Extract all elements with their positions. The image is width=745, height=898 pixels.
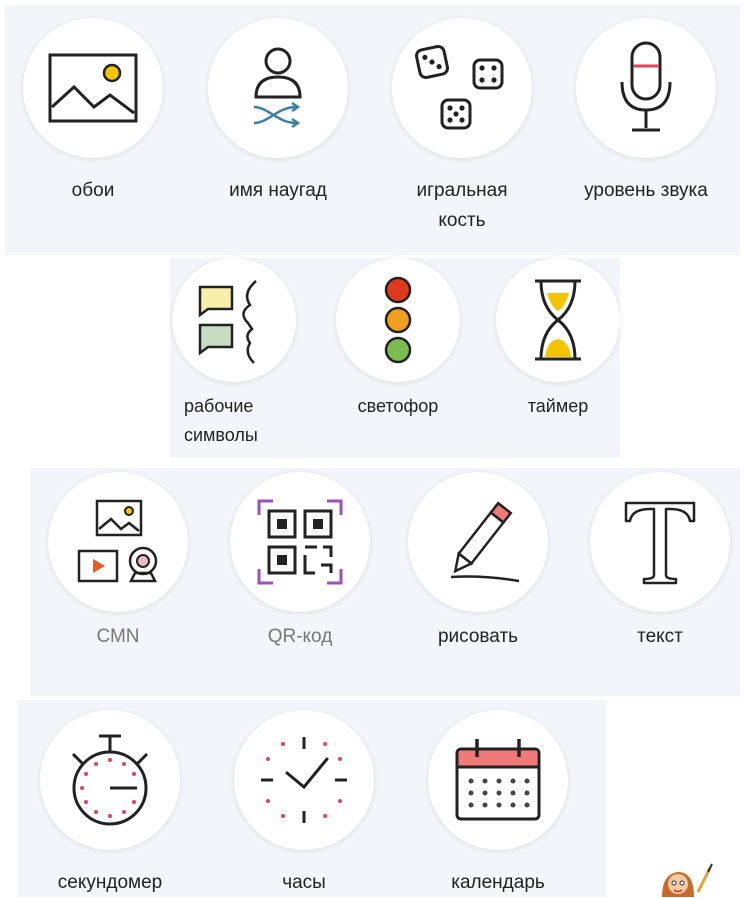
- media-button[interactable]: [48, 472, 188, 612]
- qr-code-label[interactable]: QR-код: [200, 622, 400, 652]
- wallpaper-button[interactable]: [23, 18, 163, 158]
- work-symbols-button[interactable]: [172, 258, 296, 382]
- clock-icon: [261, 737, 347, 823]
- text-label[interactable]: текст: [560, 622, 745, 652]
- traffic-light-icon: [384, 276, 412, 364]
- dice-label[interactable]: игральная кость: [407, 176, 517, 236]
- draw-label[interactable]: рисовать: [378, 622, 578, 652]
- random-name-label[interactable]: имя наугад: [178, 176, 378, 206]
- sound-level-label[interactable]: уровень звука: [546, 176, 745, 206]
- clock-button[interactable]: [234, 710, 374, 850]
- traffic-light-button[interactable]: [336, 258, 460, 382]
- hourglass-icon: [535, 279, 581, 361]
- media-label[interactable]: СМN: [18, 622, 218, 652]
- dice-button[interactable]: [392, 18, 532, 158]
- calendar-icon: [455, 739, 541, 821]
- media-icon: [77, 499, 158, 583]
- timer-button[interactable]: [496, 258, 620, 382]
- calendar-label[interactable]: календарь: [398, 868, 598, 898]
- pencil-icon: [450, 501, 520, 583]
- sound-level-button[interactable]: [576, 18, 716, 158]
- stopwatch-icon: [71, 734, 149, 826]
- qr-code-icon: [257, 499, 343, 585]
- draw-button[interactable]: [408, 472, 548, 612]
- clock-label[interactable]: часы: [204, 868, 404, 898]
- qr-code-button[interactable]: [230, 472, 370, 612]
- work-symbols-icon: [198, 280, 257, 364]
- wallpaper-icon: [48, 53, 138, 123]
- random-name-button[interactable]: [208, 18, 348, 158]
- calendar-button[interactable]: [428, 710, 568, 850]
- mascot-icon: [662, 863, 713, 897]
- random-name-icon: [253, 47, 302, 129]
- timer-label[interactable]: таймер: [458, 392, 658, 421]
- dice-icon: [415, 45, 504, 130]
- text-button[interactable]: [590, 472, 730, 612]
- wallpaper-label[interactable]: обои: [0, 176, 193, 206]
- microphone-icon: [620, 41, 672, 132]
- stopwatch-label[interactable]: секундомер: [10, 868, 210, 898]
- work-symbols-label[interactable]: рабочие символы: [184, 392, 284, 450]
- text-icon: [624, 501, 696, 585]
- stopwatch-button[interactable]: [40, 710, 180, 850]
